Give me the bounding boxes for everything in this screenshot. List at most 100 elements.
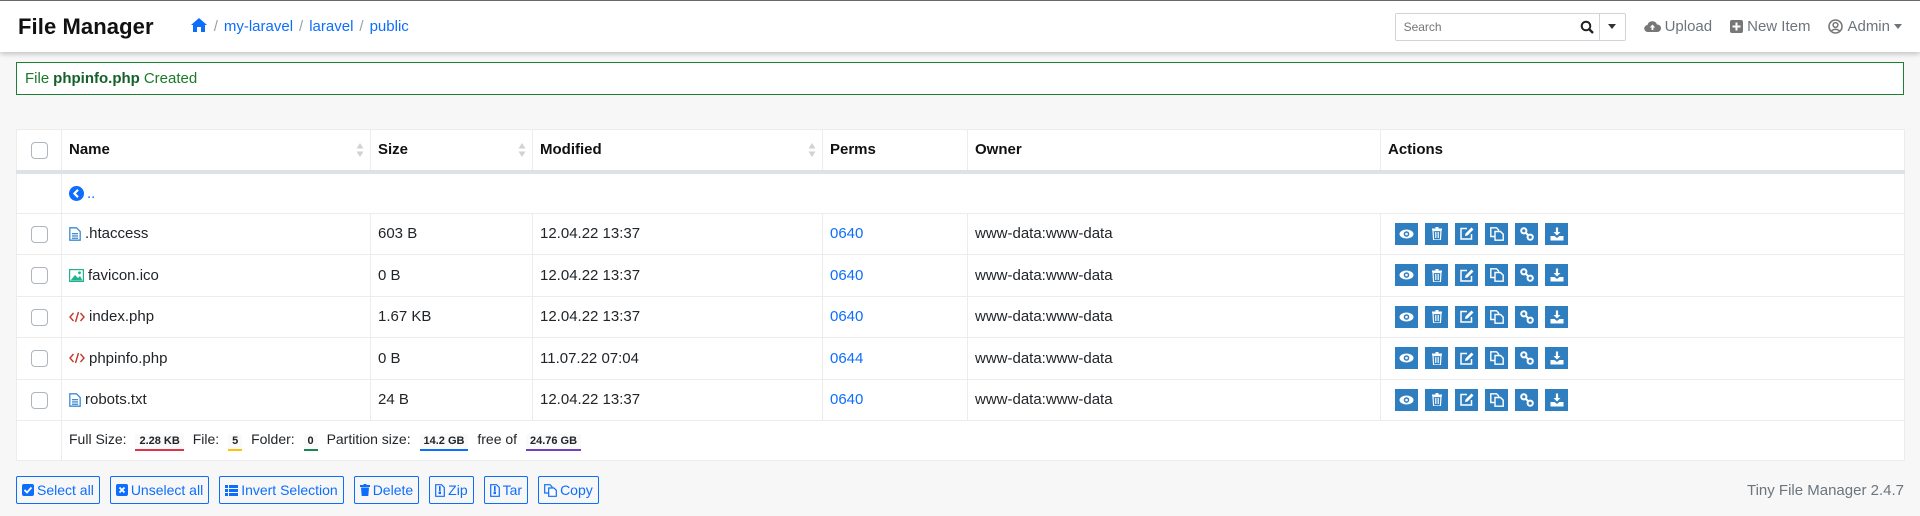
search-input[interactable] [1395,13,1576,40]
edit-icon [1459,269,1474,282]
delete-action-button[interactable] [1425,264,1448,287]
view-action-button[interactable] [1395,388,1418,411]
direct-link-action-button[interactable] [1515,222,1538,245]
direct-link-action-button[interactable] [1515,347,1538,370]
download-action-button[interactable] [1545,305,1568,328]
file-actions-cell [1380,378,1905,421]
row-checkbox[interactable] [30,391,48,409]
copy-action-button[interactable] [1485,347,1508,370]
breadcrumb-separator: / [299,18,304,35]
view-icon [1399,270,1414,280]
x-square-icon [115,484,128,496]
delete-action-button[interactable] [1425,388,1448,411]
file-archive-icon [489,483,500,497]
breadcrumb-item[interactable]: laravel [309,18,353,35]
brand-title: File Manager [18,13,154,39]
file-modified: 11.07.22 07:04 [532,337,823,380]
upload-link[interactable]: Upload [1643,18,1712,35]
file-perms-cell: 0644 [822,337,968,380]
user-label: Admin [1847,18,1890,35]
new-item-label: New Item [1747,18,1811,35]
folder-count-badge: 0 [303,433,318,451]
column-header-name[interactable]: Name [61,129,371,174]
file-name-link[interactable]: .htaccess [69,225,363,242]
parent-directory-link[interactable]: .. [69,185,1897,202]
file-perms-link[interactable]: 0644 [830,350,863,367]
row-checkbox[interactable] [30,308,48,326]
copy-icon [1489,268,1504,283]
file-perms-link[interactable]: 0640 [830,391,863,408]
file-name-cell: index.php [61,295,371,338]
file-name-link[interactable]: favicon.ico [69,267,363,284]
table-row: .htaccess 603 B 12.04.22 13:37 0640 www-data… [16,212,1905,255]
download-action-button[interactable] [1545,347,1568,370]
copy-icon [1489,309,1504,324]
view-action-button[interactable] [1395,347,1418,370]
file-name-link[interactable]: robots.txt [69,391,363,408]
file-name-link[interactable]: index.php [69,308,363,325]
file-table-container: Name Size Modified Perms Owner Actions .… [16,129,1905,461]
download-action-button[interactable] [1545,388,1568,411]
edit-icon [1459,310,1474,323]
row-checkbox[interactable] [30,267,48,285]
file-owner: www-data:www-data [967,295,1381,338]
delete-action-button[interactable] [1425,222,1448,245]
file-perms-link[interactable]: 0640 [830,308,863,325]
delete-action-button[interactable] [1425,305,1448,328]
invert-selection-button[interactable]: Invert Selection [219,476,344,504]
download-action-button[interactable] [1545,222,1568,245]
file-perms-link[interactable]: 0640 [830,267,863,284]
file-name-cell: phpinfo.php [61,337,371,380]
view-action-button[interactable] [1395,222,1418,245]
new-item-link[interactable]: New Item [1730,18,1810,35]
copy-action-button[interactable] [1485,264,1508,287]
rename-action-button[interactable] [1455,264,1478,287]
delete-selected-button[interactable]: Delete [353,476,420,504]
copy-selected-button[interactable]: Copy [538,476,599,504]
breadcrumb-home[interactable] [190,17,208,37]
user-menu[interactable]: Admin [1828,18,1902,35]
edit-icon [1459,393,1474,406]
view-action-button[interactable] [1395,305,1418,328]
download-action-button[interactable] [1545,264,1568,287]
direct-link-action-button[interactable] [1515,264,1538,287]
zip-button[interactable]: Zip [429,476,474,504]
app-version: Tiny File Manager 2.4.7 [1746,481,1904,499]
column-header-modified[interactable]: Modified [532,129,823,174]
search-options-dropdown[interactable] [1600,14,1625,40]
copy-action-button[interactable] [1485,388,1508,411]
copy-action-button[interactable] [1485,222,1508,245]
delete-action-button[interactable] [1425,347,1448,370]
file-name: .htaccess [85,225,149,243]
file-name-cell: favicon.ico [61,254,371,297]
view-action-button[interactable] [1395,264,1418,287]
row-checkbox[interactable] [30,225,48,243]
rename-action-button[interactable] [1455,305,1478,328]
rename-action-button[interactable] [1455,347,1478,370]
rename-action-button[interactable] [1455,388,1478,411]
unselect-all-button[interactable]: Unselect all [109,476,210,504]
file-text-icon [69,226,85,241]
breadcrumb-item[interactable]: my-laravel [224,18,293,35]
trash-icon [1431,310,1442,324]
parent-directory-label: .. [87,184,96,202]
trash-icon [359,484,370,496]
direct-link-action-button[interactable] [1515,305,1538,328]
summary-cell: Full Size: 2.28 KB File: 5 Folder: 0 Par… [61,420,1905,461]
file-perms-link[interactable]: 0640 [830,225,863,242]
row-checkbox[interactable] [30,350,48,368]
search-button[interactable] [1576,13,1600,40]
rename-action-button[interactable] [1455,222,1478,245]
copy-action-button[interactable] [1485,305,1508,328]
file-name-link[interactable]: phpinfo.php [69,350,363,367]
file-name: robots.txt [85,391,147,409]
select-all-checkbox[interactable] [30,141,48,159]
file-text-icon [69,392,85,407]
column-header-size[interactable]: Size [370,129,533,174]
select-all-button[interactable]: Select all [16,476,100,504]
tar-button[interactable]: Tar [483,476,529,504]
file-perms-cell: 0640 [822,295,968,338]
file-count-badge: 5 [228,433,243,451]
breadcrumb-item[interactable]: public [370,18,409,35]
direct-link-action-button[interactable] [1515,388,1538,411]
